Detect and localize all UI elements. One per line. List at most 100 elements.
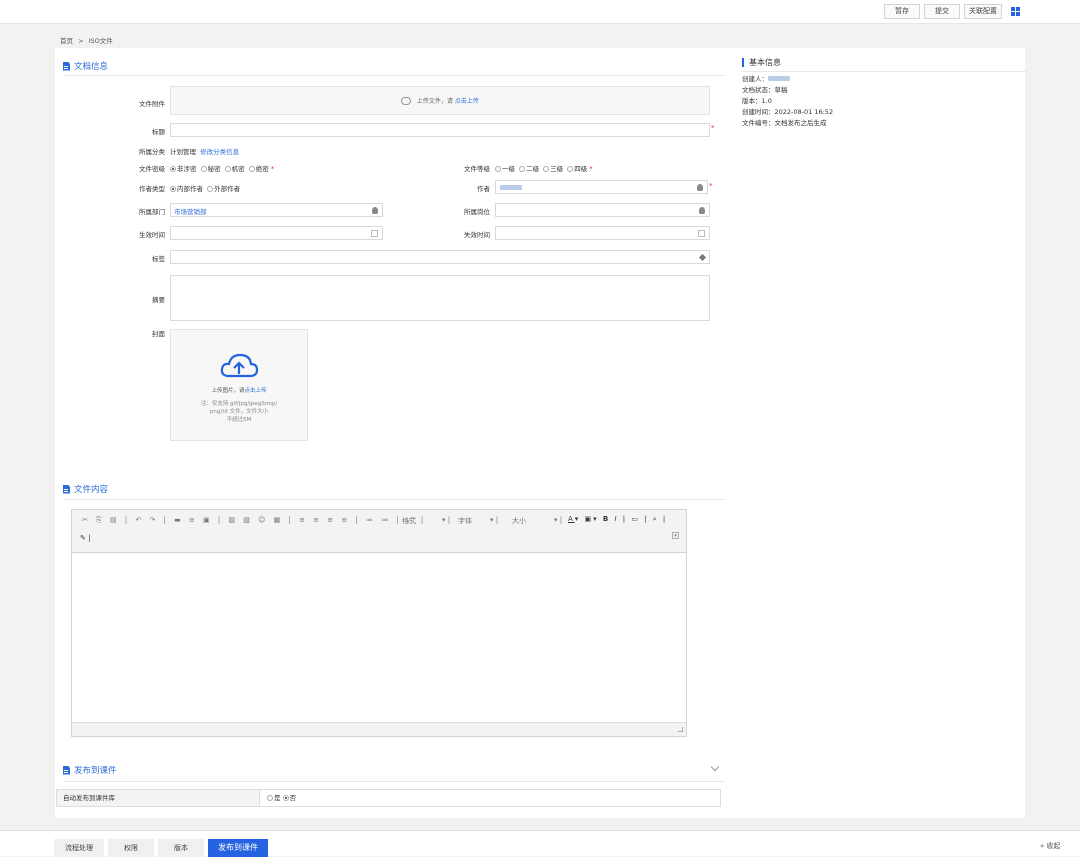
upload-link[interactable]: 点击上传 [455,98,479,105]
divider [63,781,725,782]
collapse-label: 收起 [1046,842,1061,850]
file-number-value: 文档发布之后生成 [774,119,827,127]
dropdown-arrow-icon[interactable]: ▾ | [554,516,562,524]
radio-option[interactable]: 二级 [519,165,539,173]
secret-level-radio-group: 非涉密 秘密 机密 绝密 * [170,163,276,173]
divider [742,71,1027,72]
radio-option[interactable]: 机密 [224,165,245,173]
category-label: 所属分类 [139,148,165,156]
tab-permission[interactable]: 权限 [108,839,154,857]
title-label: 标题 [152,128,165,136]
expire-date-label: 失效时间 [464,231,490,239]
cover-note-line: 不超过5M [226,417,252,423]
radio-option[interactable]: 是 [267,794,281,802]
tag-label: 标签 [152,255,165,263]
radio-option[interactable]: 外部作者 [207,185,240,193]
dept-input[interactable]: 市场营销部 [170,203,383,217]
user-picker-icon[interactable] [697,184,703,191]
radio-option[interactable]: 四级 [567,165,587,173]
radio-option[interactable]: 一级 [495,165,515,173]
cover-upload-link[interactable]: 点击上传 [245,388,267,394]
format-dropdown[interactable]: 格式 [402,516,416,526]
grid-view-icon[interactable] [1008,4,1023,19]
post-label: 所属岗位 [464,208,490,216]
dropdown-arrow-icon[interactable]: ▾ | [490,516,498,524]
post-input[interactable] [495,203,710,217]
resize-handle-icon[interactable] [678,727,683,732]
section-title: 文件内容 [74,485,109,495]
radio-option[interactable]: 绝密 [248,165,269,173]
doc-info-header: 文档信息 [63,60,108,72]
breadcrumb: 首页 > ISO文件 [60,35,113,45]
main-panel: 文档信息 文件附件 上传文件，请 点击上传 标题 * 所属分类 计划管理 修改分… [55,48,1025,818]
tag-input[interactable] [170,250,710,264]
cover-upload-area[interactable]: 上传图片，请点击上传 注：仅支持 gif/jpg/jpeg/bmp/ png/t… [170,329,308,441]
font-dropdown[interactable]: 字体 [458,516,472,526]
cover-upload-text: 上传图片，请 [211,388,245,394]
cover-note-line: 注：仅支持 gif/jpg/jpeg/bmp/ [200,401,278,407]
file-number-label: 文件编号： [742,119,775,127]
submit-button[interactable]: 提交 [924,4,960,19]
tab-process[interactable]: 流程处理 [54,839,104,857]
auto-publish-label: 自动发布到课件库 [57,790,260,806]
secret-level-label: 文件密级 [139,165,165,173]
bottom-tab-bar: 流程处理 权限 版本 发布到课件 » 收起 [0,830,1080,857]
editor-statusbar [72,722,686,736]
save-draft-button[interactable]: 暂存 [884,4,920,19]
status-value: 草稿 [774,86,788,94]
title-input[interactable] [170,123,710,137]
calendar-icon[interactable] [698,230,705,237]
summary-textarea[interactable] [170,275,710,321]
author-input[interactable] [495,180,708,194]
publish-header[interactable]: 发布到课件 [63,764,117,776]
accent-bar [742,58,744,67]
effective-date-input[interactable] [170,226,383,240]
radio-option[interactable]: 内部作者 [170,185,203,193]
created-time-label: 创建时间： [742,108,775,116]
cut-copy-paste-icons[interactable]: ✂ ⎘ ▤ | ↶ ↷ | ▬ ≡ ▣ | ▨ ▧ ☺ ▦ | ≡ ≡ ≡ ≡ … [82,516,426,525]
file-upload-area[interactable]: 上传文件，请 点击上传 [170,86,710,115]
tab-version[interactable]: 版本 [158,839,204,857]
expand-toolbar-icon[interactable]: ▾ [672,532,679,539]
post-picker-icon[interactable] [699,207,705,214]
text-style-icons[interactable]: A▾ ▣▾ B I | ▭ | ⌕ | [568,515,667,524]
author-type-radio-group: 内部作者 外部作者 [170,183,242,193]
required-mark: * [711,124,715,132]
radio-option[interactable]: 三级 [543,165,563,173]
basic-info-panel: 基本信息 创建人： 文档状态：草稿 版本：1.0 创建时间：2022-08-01… [742,57,1027,127]
rich-text-editor[interactable]: ✂ ⎘ ▤ | ↶ ↷ | ▬ ≡ ▣ | ▨ ▧ ☺ ▦ | ≡ ≡ ≡ ≡ … [71,509,687,737]
required-mark: * [709,182,713,190]
radio-option[interactable]: 秘密 [200,165,221,173]
content-header: 文件内容 [63,483,108,495]
dept-label: 所属部门 [139,208,165,216]
breadcrumb-current: ISO文件 [88,37,113,45]
cover-note-line: png/tif 文件，文件大小 [209,409,269,415]
category-value: 计划管理 [170,148,196,156]
document-icon [63,61,70,71]
expire-date-input[interactable] [495,226,710,240]
eraser-icon[interactable]: ✎ | [80,534,90,542]
section-title: 发布到课件 [74,766,117,776]
version-label: 版本： [742,97,762,105]
edit-category-link[interactable]: 修改分类信息 [200,148,239,156]
dropdown-arrow-icon[interactable]: ▾ | [442,516,450,524]
chevron-down-icon[interactable] [710,762,720,772]
dept-picker-icon[interactable] [372,207,378,214]
collapse-button[interactable]: » 收起 [1040,841,1061,851]
calendar-icon[interactable] [371,230,378,237]
size-dropdown[interactable]: 大小 [512,516,526,526]
tag-icon[interactable] [698,253,707,262]
author-value-redacted [500,185,522,190]
cover-label: 封面 [152,330,165,338]
tab-publish[interactable]: 发布到课件 [208,839,268,857]
breadcrumb-separator: > [78,37,84,45]
basic-info-title: 基本信息 [749,58,781,67]
radio-option[interactable]: 非涉密 [170,165,197,173]
breadcrumb-home[interactable]: 首页 [60,37,73,45]
file-level-label: 文件等级 [464,165,490,173]
radio-option[interactable]: 否 [282,794,296,802]
divider [63,75,725,76]
category-value-group: 计划管理 修改分类信息 [170,146,241,156]
author-type-label: 作者类型 [139,185,165,193]
relate-config-button[interactable]: 关联配置 [964,4,1002,19]
